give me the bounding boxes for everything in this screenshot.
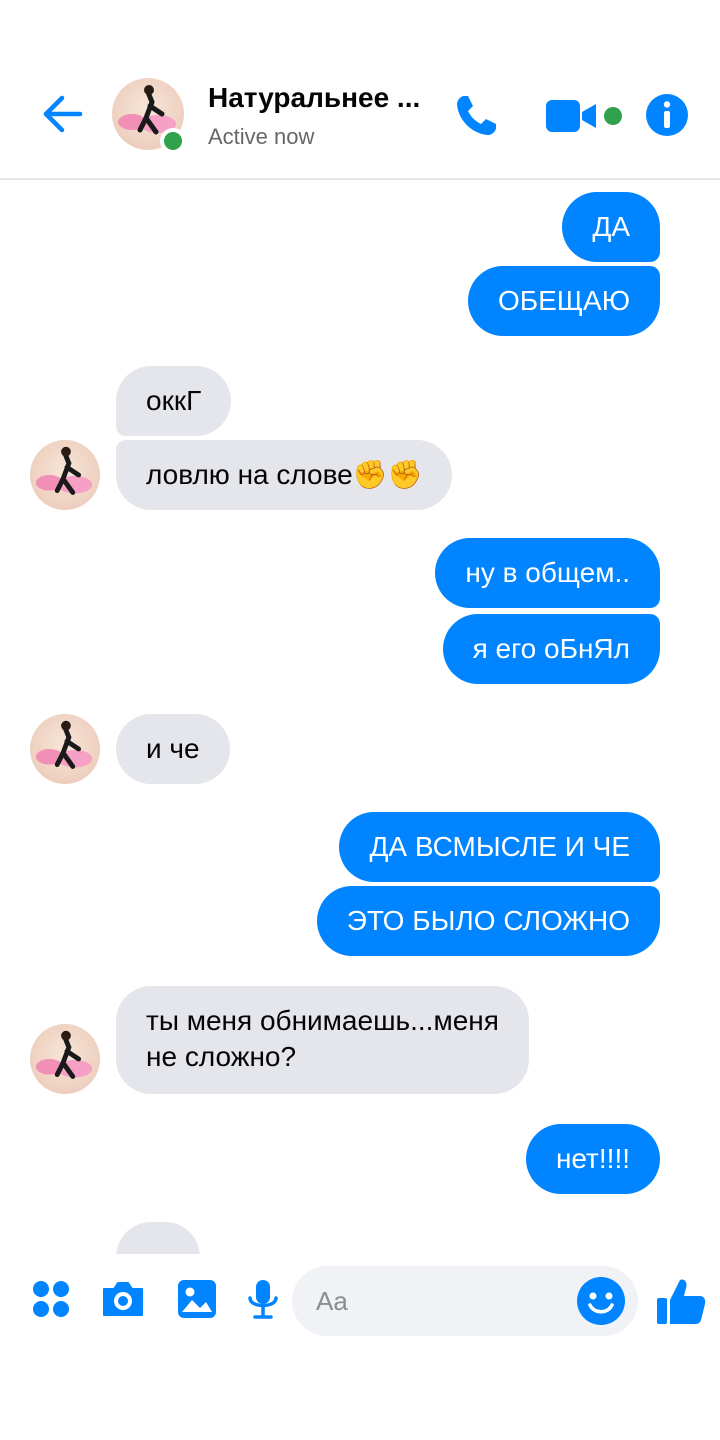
menu-dots-icon[interactable] — [26, 1274, 76, 1324]
emoji-smile-icon[interactable] — [576, 1276, 626, 1326]
video-camera-icon[interactable] — [544, 94, 604, 138]
gallery-icon[interactable] — [172, 1274, 222, 1324]
video-active-dot — [604, 107, 622, 125]
contact-avatar-small — [30, 714, 100, 784]
message-outgoing[interactable]: ну в общем.. — [435, 538, 660, 608]
message-outgoing[interactable]: ЭТО БЫЛО СЛОЖНО — [316, 886, 660, 956]
message-incoming[interactable]: ловлю на слове✊✊ — [116, 440, 453, 510]
message-incoming[interactable]: ты меня обнимаешь...меня не сложно? — [116, 986, 529, 1094]
message-outgoing[interactable]: ДА ВСМЫСЛЕ И ЧЕ — [339, 812, 660, 882]
message-text-line: ты меня обнимаешь...меня — [146, 1005, 499, 1036]
chat-header: Натуральнее ... Active now — [0, 0, 720, 180]
microphone-icon[interactable] — [238, 1274, 288, 1324]
message-outgoing[interactable]: я его оБнЯл — [442, 614, 660, 684]
contact-avatar[interactable] — [112, 78, 186, 154]
message-list[interactable]: ДА ОБЕЩАЮ оккГ ловлю на слове✊✊ ну в общ… — [0, 182, 720, 1254]
message-incoming-partial — [116, 1222, 200, 1254]
message-incoming[interactable]: оккГ — [116, 366, 232, 436]
thumbs-up-icon[interactable] — [654, 1274, 708, 1328]
message-outgoing[interactable]: ДА — [562, 192, 660, 262]
messenger-chat-screen: Натуральнее ... Active now ДА ОБЕЩАЮ окк… — [0, 0, 720, 1440]
message-outgoing[interactable]: нет!!!! — [525, 1124, 660, 1194]
message-incoming[interactable]: и че — [116, 714, 230, 784]
contact-avatar-small — [30, 440, 100, 510]
phone-icon[interactable] — [450, 90, 502, 142]
contact-name[interactable]: Натуральнее ... — [208, 82, 438, 114]
message-composer — [0, 1254, 720, 1440]
back-arrow-icon[interactable] — [38, 90, 86, 138]
message-text-line: не сложно? — [146, 1041, 297, 1072]
contact-status: Active now — [208, 124, 315, 149]
camera-icon[interactable] — [98, 1274, 148, 1324]
contact-avatar-small — [30, 1024, 100, 1094]
online-status-dot — [160, 128, 186, 154]
message-outgoing[interactable]: ОБЕЩАЮ — [467, 266, 660, 336]
info-icon[interactable] — [644, 92, 690, 138]
